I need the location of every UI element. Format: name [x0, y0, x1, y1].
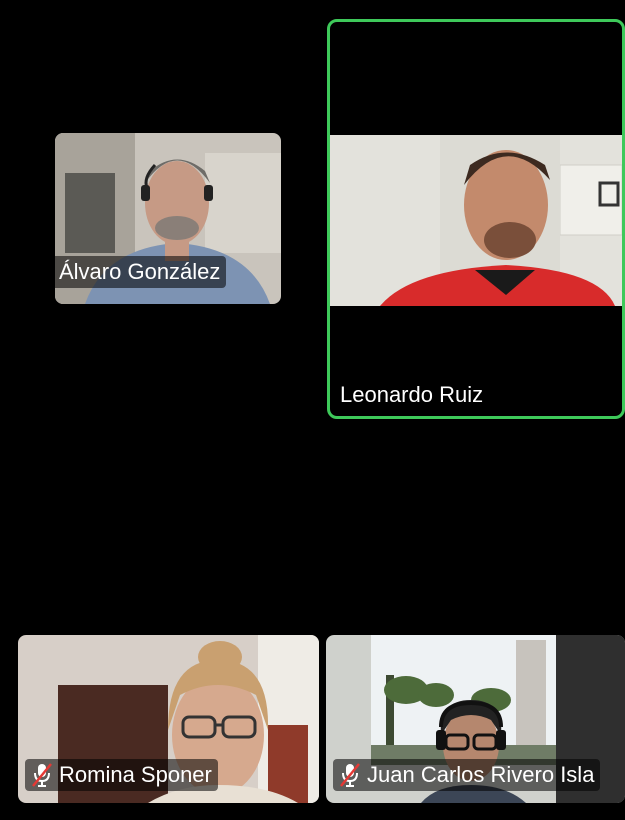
participant-name: Leonardo Ruiz: [340, 382, 484, 407]
participant-name-tag: Romina Sponer: [25, 759, 218, 791]
participant-name-tag: Álvaro González: [55, 256, 227, 288]
participant-tile-juan-carlos[interactable]: Juan Carlos Rivero Isla: [326, 635, 625, 803]
participant-tile-leonardo[interactable]: Leonardo Ruiz: [327, 19, 625, 419]
participant-name: Álvaro González: [59, 259, 221, 284]
microphone-muted-icon: [339, 762, 367, 788]
participant-name: Juan Carlos Rivero Isla: [367, 762, 595, 787]
participant-name: Romina Sponer: [59, 762, 212, 787]
participant-name-tag: Juan Carlos Rivero Isla: [333, 759, 601, 791]
participant-tile-romina[interactable]: Romina Sponer: [18, 635, 319, 803]
microphone-muted-icon: [31, 762, 59, 788]
video-gallery: Álvaro González Leonardo Ruiz Romina Spo…: [0, 0, 625, 820]
participant-video: [330, 135, 622, 306]
participant-tile-alvaro[interactable]: Álvaro González: [55, 133, 281, 304]
